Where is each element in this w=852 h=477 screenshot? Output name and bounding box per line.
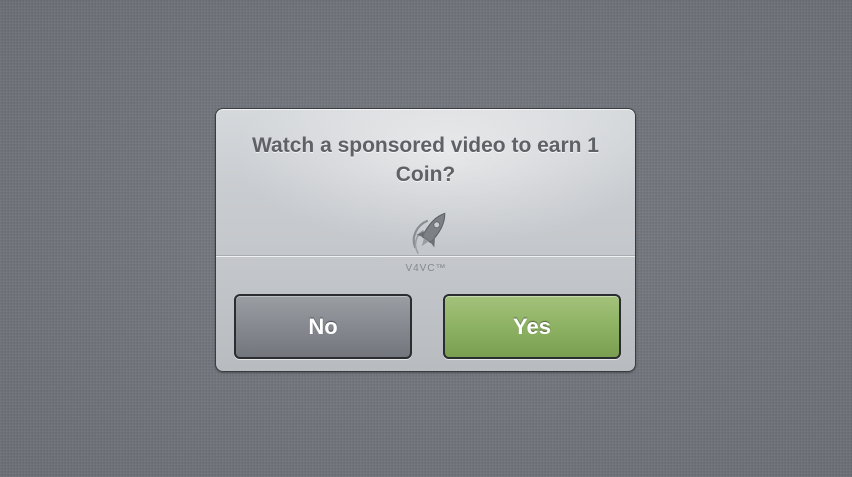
app-background: { "dialog": { "message": "Watch a sponso…: [0, 0, 852, 477]
yes-button[interactable]: Yes: [443, 294, 621, 359]
dialog-message: Watch a sponsored video to earn 1 Coin?: [252, 134, 599, 186]
no-button[interactable]: No: [234, 294, 412, 359]
brand-text: V4VC™: [405, 263, 447, 274]
video-offer-dialog: Watch a sponsored video to earn 1 Coin? …: [215, 108, 636, 372]
rocket-icon: [412, 212, 446, 254]
v4vc-logo: V4VC™: [391, 207, 461, 279]
